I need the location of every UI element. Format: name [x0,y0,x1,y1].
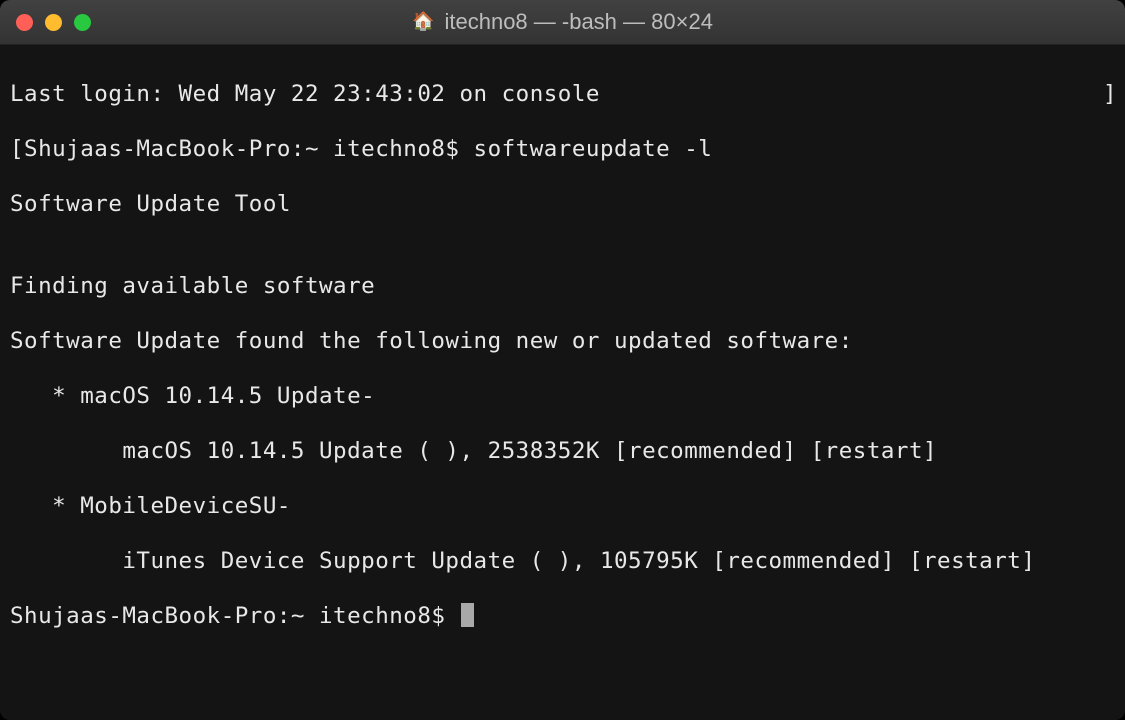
maximize-button[interactable] [74,14,91,31]
output-line: Software Update Tool [10,191,1115,219]
titlebar[interactable]: 🏠 itechno8 — -bash — 80×24 [0,0,1125,45]
output-line: * MobileDeviceSU- [10,493,1115,521]
output-line: Finding available software [10,273,1115,301]
output-line: Software Update found the following new … [10,328,1115,356]
command-text: softwareupdate -l [474,136,713,162]
window-title: itechno8 — -bash — 80×24 [444,9,712,35]
prompt-text: Shujaas-MacBook-Pro:~ itechno8$ [10,603,459,629]
traffic-lights [0,14,91,31]
output-line: iTunes Device Support Update ( ), 105795… [10,548,1115,576]
close-button[interactable] [16,14,33,31]
output-line: * macOS 10.14.5 Update- [10,383,1115,411]
home-icon: 🏠 [412,13,434,31]
terminal-body[interactable]: Last login: Wed May 22 23:43:02 on conso… [0,45,1125,720]
minimize-button[interactable] [45,14,62,31]
prompt-line: [Shujaas-MacBook-Pro:~ itechno8$ softwar… [10,136,1115,164]
terminal-window: 🏠 itechno8 — -bash — 80×24 Last login: W… [0,0,1125,720]
prompt-line: Shujaas-MacBook-Pro:~ itechno8$ [10,603,1115,631]
prompt-open-bracket: [ [10,136,24,162]
output-line: Last login: Wed May 22 23:43:02 on conso… [10,81,1115,109]
cursor [461,603,474,627]
output-line: macOS 10.14.5 Update ( ), 2538352K [reco… [10,438,1115,466]
title-wrap: 🏠 itechno8 — -bash — 80×24 [0,9,1125,35]
prompt-text: Shujaas-MacBook-Pro:~ itechno8$ [24,136,473,162]
prompt-close-bracket: ] [1103,81,1117,109]
